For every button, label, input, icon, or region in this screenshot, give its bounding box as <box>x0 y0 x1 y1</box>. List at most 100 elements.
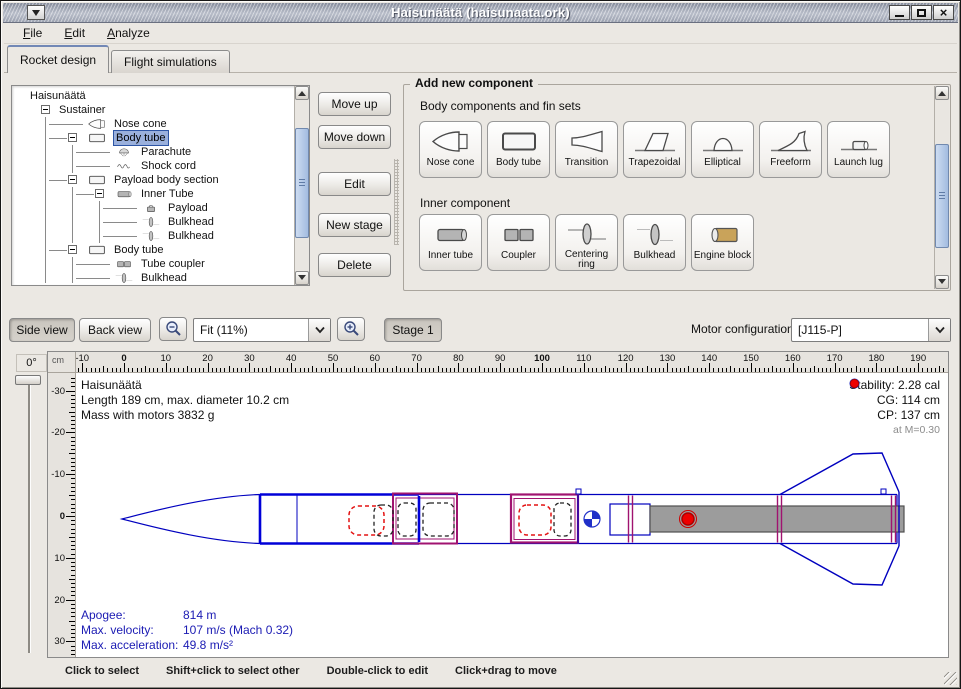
side-view-button[interactable]: Side view <box>9 318 75 342</box>
tree-item-tube-coupler[interactable]: Tube coupler <box>14 257 292 271</box>
component-scroll-down-button[interactable] <box>935 275 949 289</box>
tree-item-bulkhead[interactable]: Bulkhead <box>14 229 292 243</box>
add-bulkhead-button[interactable]: Bulkhead <box>623 214 686 271</box>
tree-scrollbar[interactable] <box>294 86 309 285</box>
arrow-down-icon <box>938 279 946 288</box>
ruler-tick <box>438 366 439 372</box>
ruler-tick <box>71 529 75 530</box>
ruler-tick <box>71 407 75 408</box>
tree-item-shock-cord[interactable]: Shock cord <box>14 159 292 173</box>
tree-scrollbar-thumb[interactable] <box>295 128 309 238</box>
rotation-slider-track[interactable] <box>28 383 30 653</box>
ruler-tick <box>71 583 75 584</box>
tree-collapse-toggle[interactable] <box>68 245 77 254</box>
ruler-tick <box>408 368 409 372</box>
close-button[interactable]: × <box>933 5 954 20</box>
ruler-tick <box>71 524 75 525</box>
ruler-tick <box>346 368 347 372</box>
ruler-tick <box>71 637 75 638</box>
ruler-tick <box>918 363 919 372</box>
add-centering-ring-button[interactable]: Centering ring <box>555 214 618 271</box>
splitter-grip[interactable] <box>394 159 399 245</box>
ruler-label: 110 <box>570 353 598 364</box>
move-down-button[interactable]: Move down <box>318 125 391 149</box>
menu-edit[interactable]: Edit <box>55 24 94 42</box>
tree-collapse-toggle[interactable] <box>41 105 50 114</box>
tree-item-nose-cone[interactable]: Nose cone <box>14 117 292 131</box>
tree-item-payload[interactable]: Payload <box>14 201 292 215</box>
tree-item-label: Payload <box>168 201 208 215</box>
rocket-figure-canvas[interactable]: Haisunäätä Length 189 cm, max. diameter … <box>76 373 948 657</box>
stage-1-toggle[interactable]: Stage 1 <box>384 318 442 342</box>
ruler-tick <box>801 368 802 372</box>
menu-analyze[interactable]: Analyze <box>98 24 159 42</box>
tree-item-parachute[interactable]: Parachute <box>14 145 292 159</box>
tree-collapse-toggle[interactable] <box>68 175 77 184</box>
tree-item-inner-tube[interactable]: Inner Tube <box>14 187 292 201</box>
ruler-tick <box>71 520 75 521</box>
tree-item-haisun-t[interactable]: Haisunäätä <box>14 89 292 103</box>
new-stage-button[interactable]: New stage <box>318 213 391 237</box>
ruler-tick <box>279 368 280 372</box>
tree-item-bulkhead[interactable]: Bulkhead <box>14 215 292 229</box>
ruler-tick <box>71 625 75 626</box>
tree-item-sustainer[interactable]: Sustainer <box>14 103 292 117</box>
add-nose-cone-button[interactable]: Nose cone <box>419 121 482 178</box>
add-launch-lug-button[interactable]: Launch lug <box>827 121 890 178</box>
tree-item-body-tube[interactable]: Body tube <box>14 243 292 257</box>
add-body-tube-button[interactable]: Body tube <box>487 121 550 178</box>
ruler-label: 140 <box>695 353 723 364</box>
move-up-button[interactable]: Move up <box>318 92 391 116</box>
tree-scroll-up-button[interactable] <box>295 86 309 100</box>
menu-file[interactable]: File <box>14 24 51 42</box>
zoom-in-button[interactable] <box>337 317 365 341</box>
rotation-slider-handle[interactable] <box>15 375 41 385</box>
ruler-tick <box>764 368 765 372</box>
back-view-button[interactable]: Back view <box>79 318 151 342</box>
add-coupler-button[interactable]: Coupler <box>487 214 550 271</box>
ruler-tick <box>759 368 760 372</box>
add-trapezoidal-button[interactable]: Trapezoidal <box>623 121 686 178</box>
maximize-button[interactable] <box>911 5 932 20</box>
tree-collapse-toggle[interactable] <box>68 133 77 142</box>
add-freeform-button[interactable]: Freeform <box>759 121 822 178</box>
ruler-tick <box>412 368 413 372</box>
delete-button[interactable]: Delete <box>318 253 391 277</box>
ruler-tick <box>71 591 75 592</box>
component-panel-scrollbar[interactable] <box>934 86 949 289</box>
shock-cord-icon <box>110 160 138 172</box>
ruler-tick <box>638 368 639 372</box>
tree-item-body-tube[interactable]: Body tube <box>14 131 292 145</box>
ruler-label: 60 <box>361 353 389 364</box>
tree-item-payload-body-section[interactable]: Payload body section <box>14 173 292 187</box>
minimize-button[interactable] <box>889 5 910 20</box>
motor-configuration-select[interactable]: [J115-P] <box>791 318 951 342</box>
add-transition-button[interactable]: Transition <box>555 121 618 178</box>
zoom-out-button[interactable] <box>159 317 187 341</box>
zoom-select[interactable]: Fit (11%) <box>193 318 331 342</box>
ruler-tick <box>392 368 393 372</box>
component-scroll-up-button[interactable] <box>935 86 949 100</box>
tab-rocket-design[interactable]: Rocket design <box>7 45 109 73</box>
add-engine-block-button[interactable]: Engine block <box>691 214 754 271</box>
ruler-tick <box>621 368 622 372</box>
title-bar[interactable]: Haisunäätä (haisunaata.ork) × <box>3 3 958 23</box>
ruler-tick <box>693 368 694 372</box>
tree-scroll-down-button[interactable] <box>295 271 309 285</box>
tab-flight-simulations[interactable]: Flight simulations <box>111 50 230 73</box>
tree-collapse-toggle[interactable] <box>95 189 104 198</box>
edit-button[interactable]: Edit <box>318 172 391 196</box>
ruler-tick <box>237 368 238 372</box>
component-scrollbar-thumb[interactable] <box>935 144 949 248</box>
flight-label: Max. velocity: <box>81 623 183 638</box>
ruler-tick <box>734 368 735 372</box>
ruler-tick <box>71 575 75 576</box>
tree-item-bulkhead[interactable]: Bulkhead <box>14 271 292 283</box>
add-inner-tube-button[interactable]: Inner tube <box>419 214 482 271</box>
ruler-tick <box>153 368 154 372</box>
resize-grip[interactable] <box>944 672 957 685</box>
ruler-tick <box>287 368 288 372</box>
scroll-grip-icon <box>299 179 305 186</box>
ruler-tick <box>663 368 664 372</box>
add-elliptical-button[interactable]: Elliptical <box>691 121 754 178</box>
